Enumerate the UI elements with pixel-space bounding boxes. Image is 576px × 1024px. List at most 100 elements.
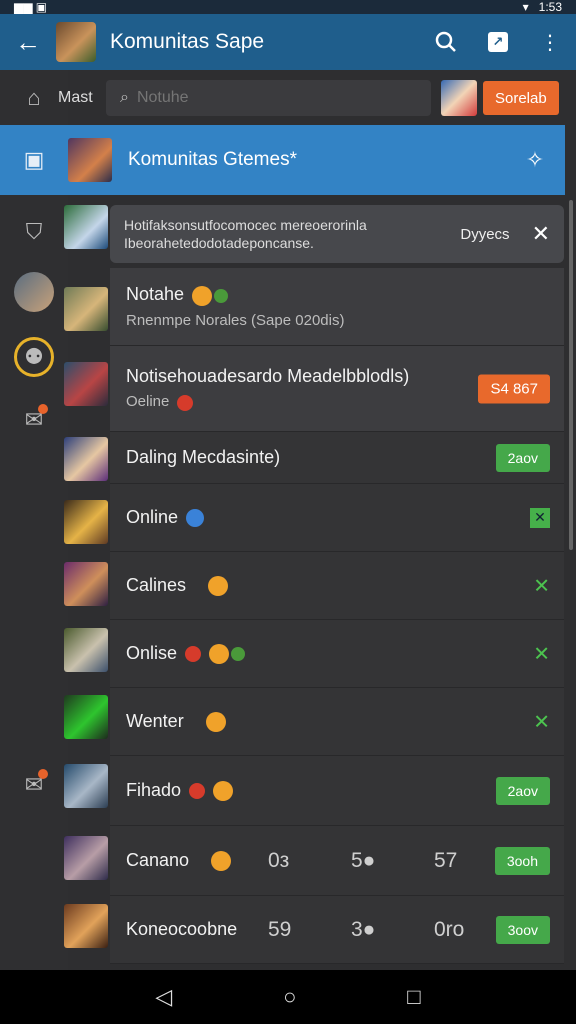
list-item-name: Calines: [126, 575, 229, 597]
game-thumbnail: [64, 628, 108, 672]
list-item[interactable]: Daling Mecdasinte) 2aov: [110, 432, 564, 484]
game-thumbnail: [64, 362, 108, 406]
gamepad-icon[interactable]: ⚉: [14, 337, 54, 377]
list-item-name: Online: [126, 507, 205, 528]
list-item-name: Onlise: [126, 643, 246, 665]
heart-icon: [185, 646, 202, 663]
list-item-subtitle: Oeline: [126, 393, 194, 411]
join-button[interactable]: 3oov: [495, 915, 550, 944]
community-avatar: [56, 22, 96, 62]
list-item[interactable]: Canano 0з 5● 57 3ooh: [110, 826, 564, 896]
folder-icon: ▣: [23, 147, 45, 172]
emoji-icon: [177, 394, 194, 411]
leaf-icon: [214, 288, 229, 303]
nav-home-icon[interactable]: ○: [283, 984, 296, 1010]
notice-banner: Hotifaksonsutfocomocec mereoerorinla Ibe…: [110, 205, 564, 263]
list-item[interactable]: Calines ✕: [110, 552, 564, 620]
community-title: Komunitas Gtemes*: [128, 149, 297, 170]
notice-side-label: Dyyecs: [460, 225, 510, 243]
status-right-group: ▾ 1:53: [523, 0, 562, 14]
search-icon[interactable]: [420, 14, 472, 70]
stat-value: 5●: [351, 848, 376, 872]
list-item-name: Koneocoobne: [126, 919, 238, 939]
join-button[interactable]: 2aov: [495, 443, 550, 472]
list-item[interactable]: Notisehouadesardo Meadelbblodls) Oeline …: [110, 346, 564, 432]
stat-value: 0з: [268, 848, 290, 872]
close-icon[interactable]: ✕: [533, 573, 550, 598]
join-button[interactable]: 3ooh: [494, 846, 550, 875]
stats-group: 59 3● 0ro: [268, 918, 517, 942]
scrollbar[interactable]: [569, 200, 573, 550]
community-avatar: [68, 138, 112, 182]
magnifier-icon: ⌕: [120, 89, 129, 106]
wifi-icon: ▾: [522, 0, 529, 14]
search-action-button[interactable]: Sorelab: [483, 81, 559, 115]
nav-back-icon[interactable]: ◁: [155, 984, 172, 1010]
list-item-subtitle: Rnenmpe Norales (Sape 020dis): [126, 311, 345, 329]
close-icon[interactable]: ✕: [532, 221, 550, 247]
list-item[interactable]: Koneocoobne 59 3● 0ro 3oov: [110, 896, 564, 964]
stat-value: 3●: [351, 917, 376, 941]
list-item-name: Notisehouadesardo Meadelbblodls): [126, 366, 410, 387]
folder-icon[interactable]: ✉: [14, 765, 54, 805]
notification-dot: [38, 404, 48, 414]
share-icon[interactable]: ↗: [472, 14, 524, 70]
home-icon[interactable]: ⌂: [14, 78, 54, 118]
leaf-icon: [231, 647, 246, 662]
stats-group: 0з 5● 57: [268, 849, 517, 873]
search-field[interactable]: ⌕: [106, 80, 431, 116]
list-item[interactable]: Onlise ✕: [110, 620, 564, 688]
notice-text: Hotifaksonsutfocomocec mereoerorinla Ibe…: [124, 217, 367, 251]
list-item[interactable]: Online ✕: [110, 484, 564, 552]
verified-icon: [186, 509, 205, 528]
status-left: ▆▆ ▣: [14, 0, 48, 14]
shield-icon[interactable]: ⛉: [14, 212, 54, 252]
search-label: Mast: [58, 89, 93, 106]
notification-dot: [38, 769, 48, 779]
list-item-name: Notahe: [126, 284, 229, 306]
search-input[interactable]: [136, 89, 397, 107]
app-root: ▆▆ ▣ ▾ 1:53 ← Komunitas Sape ↗ ⋮ ⌂ ⛉ ⚉ ✉…: [0, 0, 576, 1024]
list-item-name: Canano: [126, 850, 232, 872]
game-thumbnail: [64, 437, 108, 481]
inbox-icon[interactable]: ✉: [14, 400, 54, 440]
emoji-icon: [205, 712, 226, 733]
nav-recent-icon[interactable]: □: [407, 984, 420, 1010]
more-menu-icon[interactable]: ⋮: [524, 14, 576, 70]
emoji-icon: [192, 285, 213, 306]
price-badge-button[interactable]: S4 867: [478, 374, 550, 403]
community-row-selected[interactable]: ▣ Komunitas Gtemes* ✧: [0, 125, 565, 195]
back-arrow-icon[interactable]: ←: [0, 14, 56, 70]
profile-thumbnail[interactable]: [441, 80, 477, 116]
game-thumbnail: [64, 904, 108, 948]
list-item[interactable]: Fihado 2aov: [110, 756, 564, 826]
game-thumbnail: [64, 500, 108, 544]
game-thumbnail: [64, 836, 108, 880]
clock: 1:53: [538, 0, 562, 14]
search-row: Mast ⌕ Sorelab: [58, 78, 568, 118]
settings-icon[interactable]: ✧: [505, 147, 565, 173]
emoji-icon: [208, 576, 229, 597]
left-rail: ⌂ ⛉ ⚉ ✉ ✉: [0, 70, 68, 970]
check-icon[interactable]: ✕: [530, 507, 550, 528]
app-bar: ← Komunitas Sape ↗ ⋮: [0, 14, 576, 70]
emoji-icon: [209, 644, 230, 665]
join-button[interactable]: 2aov: [495, 776, 550, 805]
game-thumbnail: [64, 695, 108, 739]
member-list: Notahe Rnenmpe Norales (Sape 020dis) Not…: [110, 268, 564, 964]
game-thumbnail: [64, 287, 108, 331]
game-thumbnail: [64, 205, 108, 249]
emoji-icon: [213, 781, 234, 802]
game-thumbnail: [64, 764, 108, 808]
user-avatar[interactable]: [14, 272, 54, 312]
heart-icon: [189, 783, 206, 800]
emoji-icon: [211, 851, 232, 872]
close-icon[interactable]: ✕: [533, 641, 550, 666]
list-item[interactable]: Wenter ✕: [110, 688, 564, 756]
list-item-name: Daling Mecdasinte): [126, 447, 281, 467]
close-icon[interactable]: ✕: [533, 709, 550, 734]
status-bar: ▆▆ ▣ ▾ 1:53: [0, 0, 576, 14]
game-thumbnail: [64, 562, 108, 606]
list-item[interactable]: Notahe Rnenmpe Norales (Sape 020dis): [110, 268, 564, 346]
page-title: Komunitas Sape: [110, 30, 265, 53]
